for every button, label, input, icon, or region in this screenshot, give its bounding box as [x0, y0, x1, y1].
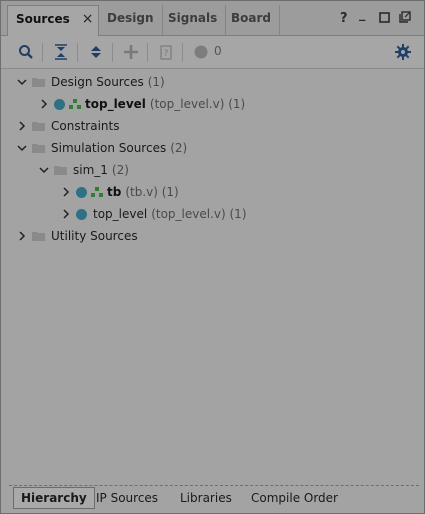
tab-sources-label: Sources	[16, 12, 70, 26]
chevron-right-icon[interactable]	[16, 230, 28, 242]
status-count: 0	[214, 44, 222, 58]
toolbar: ? 0	[1, 36, 424, 69]
tree-node-utility-sources[interactable]: Utility Sources	[16, 225, 138, 247]
tree-node-design-sources[interactable]: Design Sources (1)	[16, 71, 165, 93]
svg-text:?: ?	[164, 49, 169, 59]
tree-label: Constraints	[51, 119, 120, 133]
module-dot-icon	[76, 208, 87, 220]
tree-count: (1)	[147, 75, 165, 89]
tree-node-tb[interactable]: tb (tb.v) (1)	[60, 181, 179, 203]
collapse-all-icon[interactable]	[51, 42, 71, 62]
folder-icon	[32, 144, 45, 153]
tree-node-ds-top-level[interactable]: top_level (top_level.v) (1)	[38, 93, 245, 115]
chevron-right-icon[interactable]	[38, 98, 50, 110]
tree-node-simulation-sources[interactable]: Simulation Sources (2)	[16, 137, 187, 159]
tab-sources[interactable]: Sources ×	[7, 5, 99, 36]
tab-design-label: Design	[107, 11, 154, 25]
hierarchy-icon	[69, 99, 81, 109]
gear-icon[interactable]	[393, 42, 413, 62]
tree-count: (2)	[170, 141, 188, 155]
tab-compile-order[interactable]: Compile Order	[244, 487, 345, 509]
hierarchy-icon	[91, 187, 103, 197]
tree-node-sim-top-level[interactable]: top_level (top_level.v) (1)	[60, 203, 247, 225]
tree-label: Simulation Sources	[51, 141, 167, 155]
tab-design[interactable]: Design	[99, 5, 163, 35]
sources-panel: Sources × Design Signals Board ? _ ? 0 D…	[0, 0, 425, 514]
status-dot-icon	[191, 42, 211, 62]
folder-icon	[32, 78, 45, 87]
tab-hierarchy-label: Hierarchy	[21, 491, 87, 505]
tree-label: top_level	[93, 207, 148, 221]
tab-ip-sources-label: IP Sources	[96, 491, 159, 505]
tree-label: Design Sources	[51, 75, 144, 89]
tree-node-constraints[interactable]: Constraints	[16, 115, 119, 137]
properties-icon[interactable]: ?	[156, 42, 176, 62]
tree-detail: (top_level.v) (1)	[151, 207, 247, 221]
help-icon[interactable]: ?	[340, 11, 348, 26]
add-sources-icon[interactable]	[121, 42, 141, 62]
minimize-icon[interactable]: _	[359, 7, 366, 22]
chevron-right-icon[interactable]	[60, 208, 72, 220]
tab-hierarchy[interactable]: Hierarchy	[13, 487, 95, 509]
chevron-down-icon[interactable]	[16, 76, 28, 88]
module-dot-icon	[76, 186, 87, 198]
maximize-icon[interactable]	[379, 12, 390, 27]
tree-label: sim_1	[73, 163, 108, 177]
tab-libraries-label: Libraries	[180, 491, 232, 505]
tree-label: top_level	[85, 97, 146, 111]
tab-ip-sources[interactable]: IP Sources	[89, 487, 165, 509]
float-window-icon[interactable]	[399, 11, 411, 27]
tab-signals[interactable]: Signals	[160, 5, 227, 35]
tab-bar: Sources × Design Signals Board ? _	[1, 1, 424, 36]
close-icon[interactable]: ×	[82, 11, 94, 27]
module-dot-icon	[54, 98, 65, 110]
bottom-divider	[9, 485, 419, 486]
tree-detail: (tb.v) (1)	[125, 185, 179, 199]
tree-label: Utility Sources	[51, 229, 138, 243]
search-icon[interactable]	[16, 42, 36, 62]
folder-icon	[32, 122, 45, 131]
tree-label: tb	[107, 185, 122, 199]
chevron-right-icon[interactable]	[60, 186, 72, 198]
tab-board-label: Board	[231, 11, 271, 25]
expand-all-icon[interactable]	[86, 42, 106, 62]
folder-icon	[54, 166, 67, 175]
folder-icon	[32, 232, 45, 241]
chevron-down-icon[interactable]	[16, 142, 28, 154]
chevron-right-icon[interactable]	[16, 120, 28, 132]
tree-count: (2)	[111, 163, 129, 177]
tree-detail: (top_level.v) (1)	[149, 97, 246, 111]
tree-node-sim-1[interactable]: sim_1 (2)	[38, 159, 129, 181]
chevron-down-icon[interactable]	[38, 164, 50, 176]
tab-libraries[interactable]: Libraries	[173, 487, 239, 509]
tab-signals-label: Signals	[168, 11, 218, 25]
tab-board[interactable]: Board	[223, 5, 280, 35]
tab-compile-order-label: Compile Order	[251, 491, 338, 505]
